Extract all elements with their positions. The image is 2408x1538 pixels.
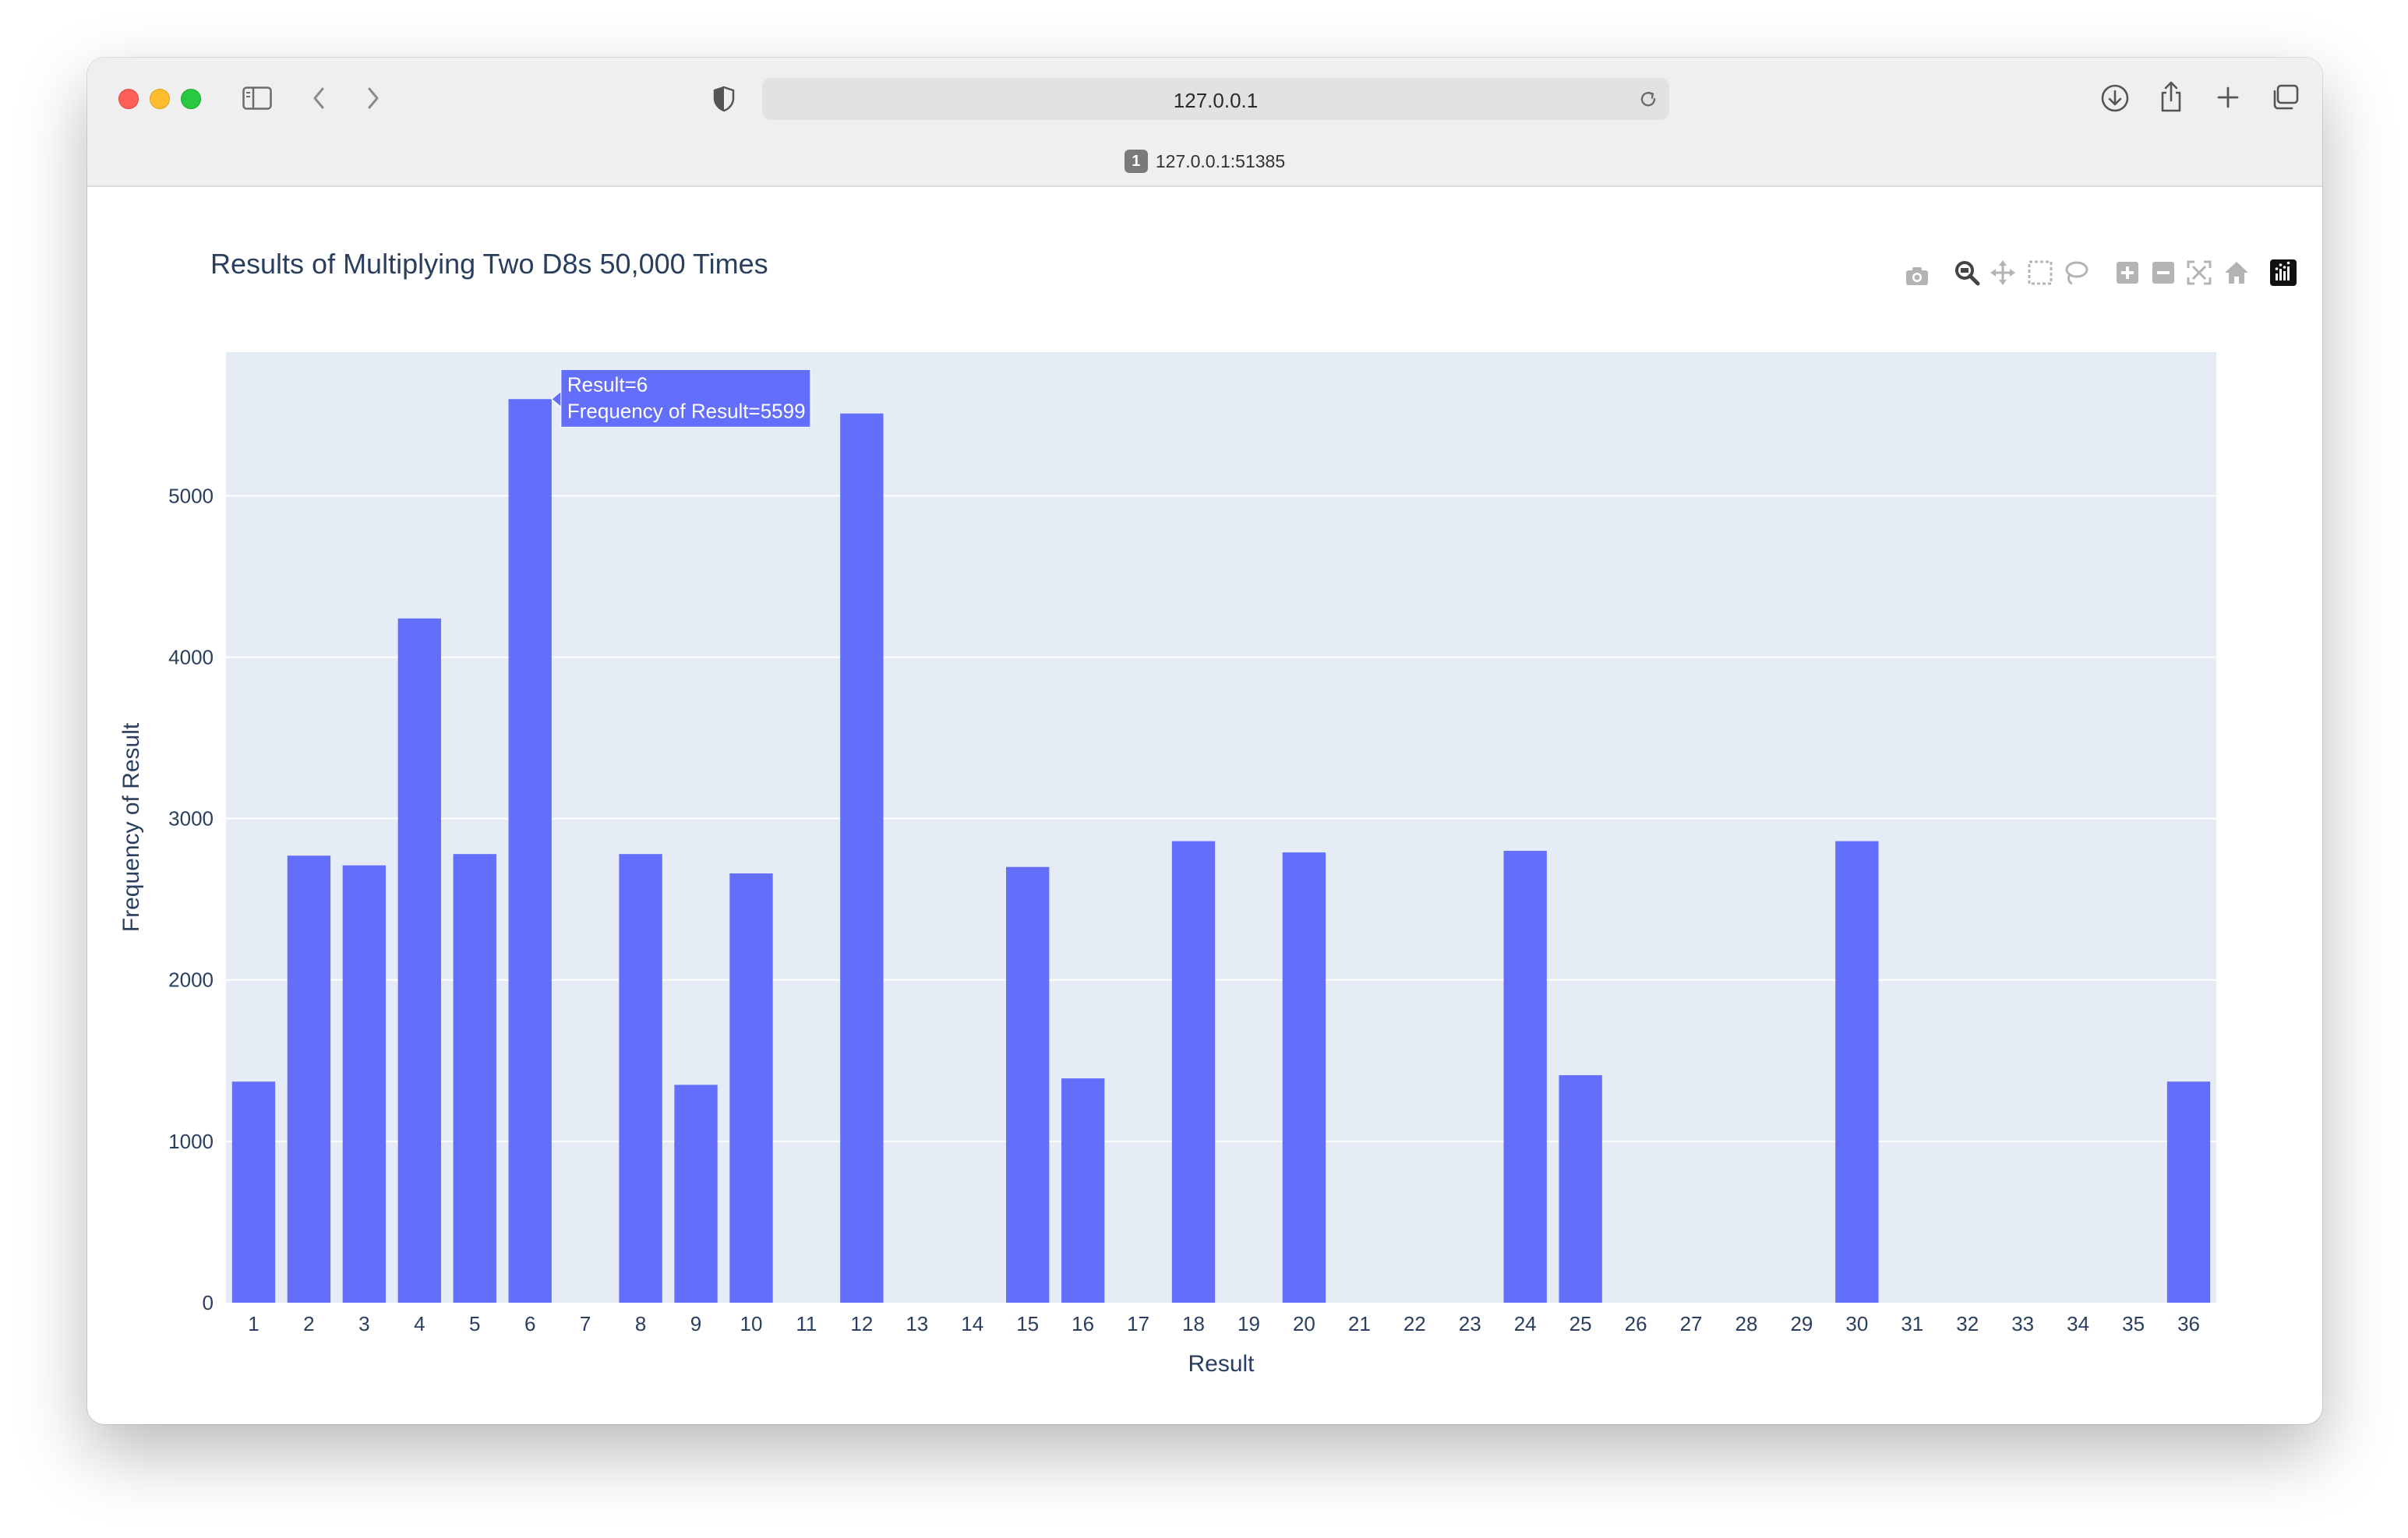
tooltip-line-2: Frequency of Result=5599 — [567, 399, 806, 422]
bar-chart[interactable]: 0100020003000400050001 2 3 4 5 6 7 8 9 10 11 12 13 14… — [87, 58, 2322, 1424]
x-tick-label: 16 — [1072, 1312, 1094, 1335]
bar[interactable] — [342, 865, 387, 1303]
bar[interactable] — [453, 854, 496, 1303]
x-tick-label: 26 — [1625, 1312, 1647, 1335]
x-tick-label: 35 — [2122, 1312, 2145, 1335]
x-tick-label: 3 — [358, 1312, 369, 1335]
y-tick-label: 1000 — [168, 1130, 214, 1153]
bar[interactable] — [397, 618, 441, 1303]
x-tick-label: 22 — [1403, 1312, 1426, 1335]
y-tick-label: 2000 — [168, 968, 214, 992]
x-tick-label: 8 — [635, 1312, 646, 1335]
x-tick-label: 11 — [796, 1312, 817, 1335]
x-tick-label: 27 — [1680, 1312, 1703, 1335]
x-tick-label: 23 — [1459, 1312, 1481, 1335]
bar[interactable] — [1006, 866, 1050, 1303]
bar[interactable] — [1559, 1074, 1602, 1303]
x-tick-label: 18 — [1182, 1312, 1205, 1335]
bar[interactable] — [674, 1085, 718, 1303]
x-tick-label: 36 — [2177, 1312, 2200, 1335]
y-tick-label: 5000 — [168, 484, 214, 507]
x-tick-label: 9 — [690, 1312, 701, 1335]
bar[interactable] — [231, 1081, 276, 1303]
y-axis-title: Frequency of Result — [118, 722, 144, 932]
bar[interactable] — [729, 873, 773, 1303]
y-tick-label: 0 — [203, 1291, 214, 1314]
bar[interactable] — [287, 855, 331, 1303]
x-tick-label: 13 — [906, 1312, 928, 1335]
bar[interactable] — [2166, 1081, 2211, 1303]
bar[interactable] — [619, 854, 662, 1303]
x-tick-label: 1 — [248, 1312, 259, 1335]
bar[interactable] — [1835, 841, 1879, 1303]
x-tick-label: 17 — [1127, 1312, 1149, 1335]
x-tick-label: 31 — [1901, 1312, 1923, 1335]
x-axis-title: Result — [1188, 1351, 1255, 1377]
x-tick-label: 29 — [1790, 1312, 1813, 1335]
bar[interactable] — [508, 399, 552, 1303]
x-tick-label: 25 — [1569, 1312, 1592, 1335]
x-tick-label: 24 — [1514, 1312, 1537, 1335]
x-tick-label: 30 — [1845, 1312, 1868, 1335]
browser-window: 127.0.0.1 1 127.0.0.1:51385 Results of M… — [87, 58, 2322, 1424]
x-tick-label: 5 — [469, 1312, 480, 1335]
x-tick-label: 20 — [1293, 1312, 1315, 1335]
bar[interactable] — [1503, 851, 1547, 1303]
x-tick-label: 34 — [2067, 1312, 2089, 1335]
x-tick-label: 10 — [740, 1312, 763, 1335]
y-tick-label: 3000 — [168, 807, 214, 831]
x-tick-label: 19 — [1238, 1312, 1260, 1335]
x-tick-label: 28 — [1735, 1312, 1758, 1335]
x-tick-label: 12 — [850, 1312, 873, 1335]
x-tick-label: 2 — [303, 1312, 314, 1335]
bar[interactable] — [1061, 1078, 1105, 1303]
x-tick-label: 6 — [524, 1312, 535, 1335]
x-tick-label: 21 — [1348, 1312, 1371, 1335]
x-tick-label: 32 — [1956, 1312, 1979, 1335]
bar[interactable] — [1282, 852, 1326, 1303]
tooltip-line-1: Result=6 — [567, 372, 648, 396]
bar[interactable] — [840, 413, 884, 1303]
y-tick-label: 4000 — [168, 645, 214, 668]
x-tick-label: 7 — [580, 1312, 591, 1335]
x-tick-label: 14 — [961, 1312, 983, 1335]
x-tick-label: 4 — [414, 1312, 425, 1335]
bar[interactable] — [1171, 841, 1216, 1303]
x-tick-label: 33 — [2011, 1312, 2034, 1335]
x-tick-label: 15 — [1016, 1312, 1039, 1335]
